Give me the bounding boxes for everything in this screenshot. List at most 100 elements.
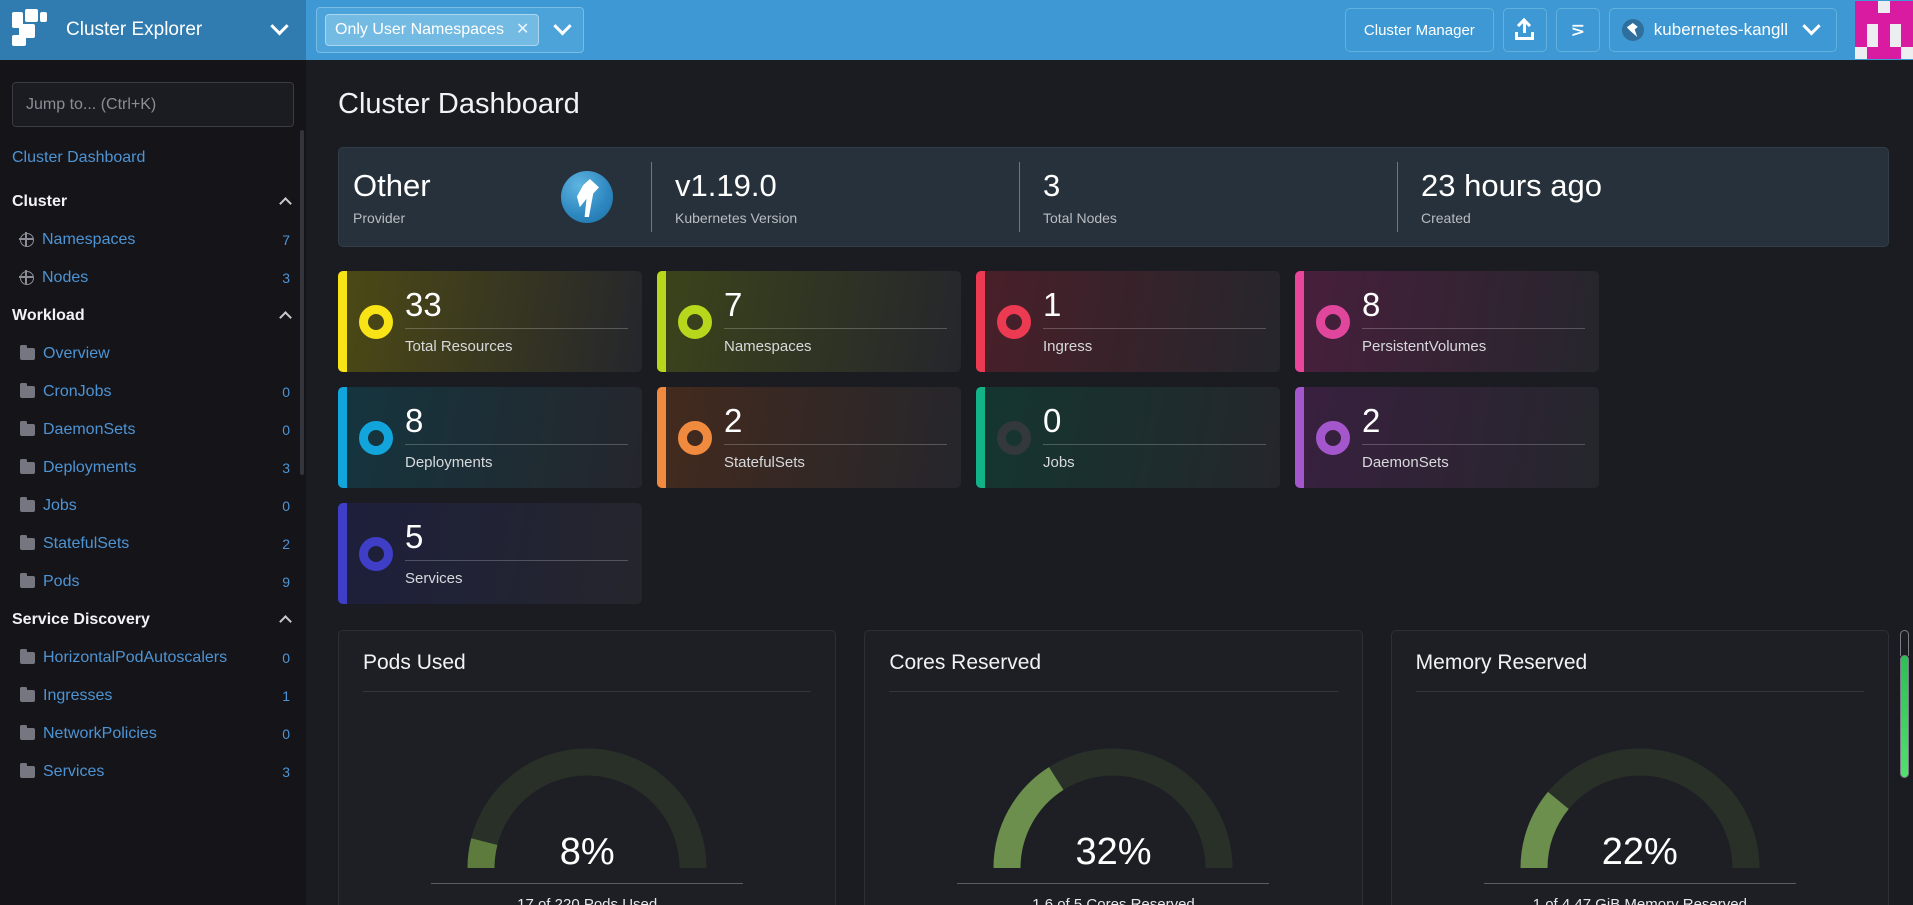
tile-label: Jobs bbox=[1043, 454, 1075, 471]
tile-count: 7 bbox=[724, 286, 743, 323]
gauge-card-memory-reserved: Memory Reserved 22% 1 of 4.47 GiB Memory R… bbox=[1390, 630, 1889, 905]
avatar-cell bbox=[1855, 24, 1867, 36]
tile-divider bbox=[1362, 328, 1585, 329]
folder-icon bbox=[20, 573, 35, 588]
sidebar-item-daemonsets[interactable]: DaemonSets 0 bbox=[0, 411, 306, 449]
gauge-title: Memory Reserved bbox=[1415, 651, 1588, 674]
avatar[interactable] bbox=[1855, 1, 1913, 59]
sidebar-item-cronjobs[interactable]: CronJobs 0 bbox=[0, 373, 306, 411]
tile-label: PersistentVolumes bbox=[1362, 338, 1487, 355]
sidebar-item-cluster-dashboard[interactable]: Cluster Dashboard bbox=[0, 127, 306, 183]
avatar-cell bbox=[1901, 12, 1913, 25]
close-icon[interactable]: ✕ bbox=[516, 22, 529, 38]
chevron-down-icon[interactable] bbox=[549, 16, 575, 37]
created-value: 23 hours ago bbox=[1421, 168, 1602, 204]
import-yaml-icon bbox=[1515, 17, 1535, 40]
chevron-down-icon[interactable] bbox=[266, 16, 292, 43]
sidebar-item-label: HorizontalPodAutoscalers bbox=[43, 649, 228, 666]
sidebar-group-label: Workload bbox=[12, 307, 85, 324]
namespace-filter-pill[interactable]: Only User Namespaces ✕ bbox=[325, 14, 540, 46]
gauge-footer-divider bbox=[957, 883, 1270, 884]
sidebar-item-count: 0 bbox=[282, 384, 290, 400]
tile-divider bbox=[1043, 444, 1266, 445]
sidebar-item-nodes[interactable]: Nodes 3 bbox=[0, 259, 306, 297]
sidebar-item-count: 0 bbox=[282, 726, 290, 742]
cluster-name-label: kubernetes-kangll bbox=[1653, 20, 1788, 39]
tile-accent-bar bbox=[338, 271, 347, 372]
gauge-body: 8% 17 of 220 Pods Used bbox=[363, 692, 811, 905]
folder-icon bbox=[20, 725, 35, 740]
main-scrollbar-track[interactable] bbox=[1900, 630, 1909, 656]
sidebar-item-networkpolicies[interactable]: NetworkPolicies 0 bbox=[0, 715, 306, 753]
sidebar-group-label: Cluster bbox=[12, 193, 68, 210]
gauge-arc: 32% bbox=[982, 723, 1244, 873]
cluster-selector[interactable]: kubernetes-kangll bbox=[1608, 8, 1837, 52]
sidebar-item-count: 3 bbox=[282, 270, 290, 286]
chevron-up-icon[interactable] bbox=[279, 311, 292, 324]
tile-divider bbox=[1362, 444, 1585, 445]
brand-zone[interactable]: Cluster Explorer bbox=[0, 0, 306, 60]
sidebar-item-count: 7 bbox=[282, 232, 290, 248]
sidebar-item-overview[interactable]: Overview bbox=[0, 335, 306, 373]
tile-divider bbox=[405, 444, 628, 445]
resource-tile-persistentvolumes[interactable]: 8 PersistentVolumes bbox=[1295, 271, 1599, 372]
resource-tile-namespaces[interactable]: 7 Namespaces bbox=[657, 271, 961, 372]
kubectl-shell-button[interactable]: ⋝ bbox=[1555, 8, 1600, 52]
gauge-subtitle: 1.6 of 5 Cores Reserved bbox=[1032, 896, 1195, 905]
chevron-up-icon[interactable] bbox=[279, 615, 292, 628]
sidebar-scrollbar[interactable] bbox=[300, 130, 304, 475]
tile-label: StatefulSets bbox=[724, 454, 805, 471]
cluster-manager-button[interactable]: Cluster Manager bbox=[1344, 8, 1494, 52]
gauge-arc: 22% bbox=[1509, 723, 1771, 873]
tile-count: 5 bbox=[405, 518, 424, 555]
sidebar-item-horizontalpodautoscalers[interactable]: HorizontalPodAutoscalers 0 bbox=[0, 639, 306, 677]
resource-tile-daemonsets[interactable]: 2 DaemonSets bbox=[1295, 387, 1599, 488]
chevron-up-icon[interactable] bbox=[279, 197, 292, 210]
avatar-cell bbox=[1866, 12, 1879, 25]
kubernetes-cluster-icon bbox=[1621, 19, 1644, 41]
resource-tile-deployments[interactable]: 8 Deployments bbox=[338, 387, 642, 488]
sidebar-item-pods[interactable]: Pods 9 bbox=[0, 563, 306, 601]
sidebar-item-deployments[interactable]: Deployments 3 bbox=[0, 449, 306, 487]
folder-icon bbox=[20, 535, 35, 550]
resource-tile-jobs[interactable]: 0 Jobs bbox=[976, 387, 1280, 488]
tile-count: 2 bbox=[1362, 402, 1381, 439]
resource-tile-statefulsets[interactable]: 2 StatefulSets bbox=[657, 387, 961, 488]
cluster-dashboard-app: Cluster Explorer Only User Namespaces ✕ … bbox=[0, 0, 1913, 905]
tile-label: Ingress bbox=[1043, 338, 1093, 355]
page-title: Cluster Dashboard bbox=[338, 88, 580, 120]
sidebar-item-namespaces[interactable]: Namespaces 7 bbox=[0, 221, 306, 259]
sidebar-item-jobs[interactable]: Jobs 0 bbox=[0, 487, 306, 525]
sidebar-item-label: Ingresses bbox=[43, 687, 113, 704]
avatar-cell bbox=[1889, 47, 1902, 59]
main-scrollbar-thumb[interactable] bbox=[1900, 655, 1909, 778]
namespace-filter[interactable]: Only User Namespaces ✕ bbox=[316, 7, 585, 53]
search-input[interactable] bbox=[26, 95, 280, 114]
avatar-cell bbox=[1901, 24, 1913, 36]
sidebar-group-workload[interactable]: Workload bbox=[0, 297, 306, 335]
avatar-cell bbox=[1889, 12, 1902, 25]
gauge-card-pods-used: Pods Used 8% 17 of 220 Pods Used bbox=[338, 630, 837, 905]
import-yaml-button[interactable] bbox=[1502, 8, 1547, 52]
tile-ring-icon bbox=[678, 420, 712, 455]
resource-tile-services[interactable]: 5 Services bbox=[338, 503, 642, 604]
jump-to-search[interactable] bbox=[12, 82, 294, 127]
sidebar-item-ingresses[interactable]: Ingresses 1 bbox=[0, 677, 306, 715]
gauge-card-cores-reserved: Cores Reserved 32% 1.6 of 5 Cores Reserved bbox=[864, 630, 1363, 905]
tile-accent-bar bbox=[976, 271, 985, 372]
created-label: Created bbox=[1421, 209, 1471, 226]
resource-tile-total-resources[interactable]: 33 Total Resources bbox=[338, 271, 642, 372]
sidebar-group-cluster[interactable]: Cluster bbox=[0, 183, 306, 221]
avatar-cell bbox=[1878, 35, 1890, 48]
folder-icon bbox=[20, 763, 35, 778]
sidebar-item-statefulsets[interactable]: StatefulSets 2 bbox=[0, 525, 306, 563]
body: Cluster Dashboard Cluster Namespaces 7 Node… bbox=[0, 60, 1913, 905]
chevron-down-icon[interactable] bbox=[1798, 16, 1824, 43]
sidebar-item-services[interactable]: Services 3 bbox=[0, 753, 306, 791]
cluster-summary-banner: Other Provider v1.19.0 Kubernetes Versio… bbox=[338, 147, 1889, 247]
avatar-cell bbox=[1878, 24, 1890, 36]
resource-tile-ingress[interactable]: 1 Ingress bbox=[976, 271, 1280, 372]
tile-divider bbox=[405, 328, 628, 329]
sidebar-group-service-discovery[interactable]: Service Discovery bbox=[0, 601, 306, 639]
tile-accent-bar bbox=[657, 271, 666, 372]
